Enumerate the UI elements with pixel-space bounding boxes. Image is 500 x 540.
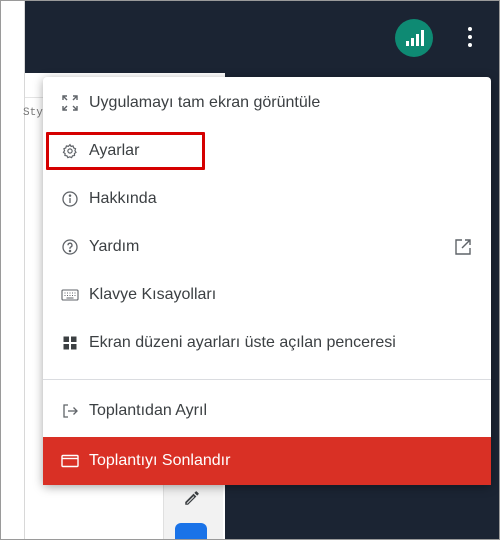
open-in-new-icon bbox=[455, 239, 471, 255]
more-options-button[interactable] bbox=[459, 21, 481, 53]
menu-item-label: Uygulamayı tam ekran görüntüle bbox=[89, 94, 321, 111]
menu-item-label: Hakkında bbox=[89, 190, 157, 207]
info-icon bbox=[61, 190, 79, 208]
menu-item-leave-meeting[interactable]: Toplantıdan Ayrıl bbox=[43, 387, 491, 435]
menu-item-label: Toplantıdan Ayrıl bbox=[89, 402, 208, 419]
blue-tool-button[interactable] bbox=[175, 523, 207, 539]
help-icon bbox=[61, 238, 79, 256]
menu-item-about[interactable]: Hakkında bbox=[43, 175, 491, 223]
menu-item-help[interactable]: Yardım bbox=[43, 223, 491, 271]
screenshot-frame: Sty Uygulamayı tam ekran görüntüle Ayarl… bbox=[0, 0, 500, 540]
menu-item-fullscreen[interactable]: Uygulamayı tam ekran görüntüle bbox=[43, 79, 491, 127]
menu-item-label: Ekran düzeni ayarları üste açılan pencer… bbox=[89, 334, 396, 351]
menu-item-layout-settings[interactable]: Ekran düzeni ayarları üste açılan pencer… bbox=[43, 319, 491, 367]
more-vert-icon-dot bbox=[468, 43, 472, 47]
keyboard-icon bbox=[61, 286, 79, 304]
menu-item-label: Toplantıyı Sonlandır bbox=[89, 452, 231, 469]
leave-icon bbox=[61, 402, 79, 420]
layout-icon bbox=[61, 334, 79, 352]
pencil-icon[interactable] bbox=[183, 489, 201, 507]
menu-item-end-meeting[interactable]: Toplantıyı Sonlandır bbox=[43, 437, 491, 485]
menu-item-label: Klavye Kısayolları bbox=[89, 286, 217, 303]
left-edge-panel bbox=[1, 1, 25, 539]
menu-item-keyboard-shortcuts[interactable]: Klavye Kısayolları bbox=[43, 271, 491, 319]
more-vert-icon-dot bbox=[468, 35, 472, 39]
settings-highlight-box bbox=[46, 132, 205, 170]
fullscreen-icon bbox=[61, 94, 79, 112]
signal-bars-icon bbox=[406, 30, 424, 46]
menu-separator bbox=[43, 379, 491, 380]
document-hint-text: Sty bbox=[23, 107, 43, 119]
more-vert-icon-dot bbox=[468, 27, 472, 31]
menu-item-label: Yardım bbox=[89, 238, 140, 255]
connection-status-button[interactable] bbox=[395, 19, 433, 57]
end-meeting-icon bbox=[61, 452, 79, 470]
